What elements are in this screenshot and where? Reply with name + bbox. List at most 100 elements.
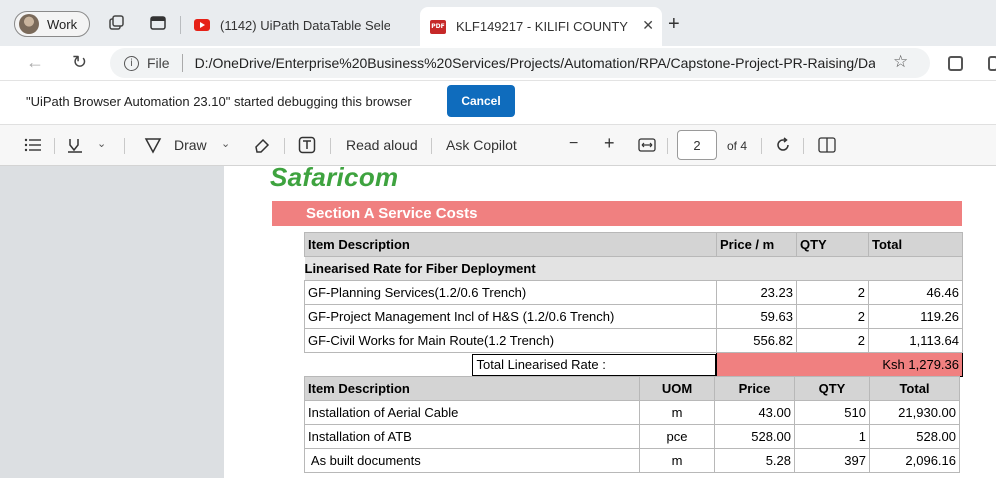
total-cell: 1,113.64 [868, 328, 963, 353]
profile-label: Work [47, 16, 78, 32]
total-cell: 21,930.00 [869, 400, 960, 425]
contents-icon[interactable] [24, 138, 42, 152]
pdf-toolbar: ⌄ Draw ⌄ Read aloud Ask Copilot − + 2 of… [0, 124, 996, 166]
price-cell: 23.23 [716, 280, 797, 305]
item-description: As built documents [304, 448, 640, 473]
chevron-down-icon[interactable]: ⌄ [97, 137, 106, 150]
draw-label[interactable]: Draw [174, 137, 207, 153]
total-value: Ksh 1,279.36 [716, 352, 963, 377]
ask-copilot-button[interactable]: Ask Copilot [446, 137, 517, 153]
item-description: GF-Planning Services(1.2/0.6 Trench) [304, 280, 717, 305]
price-cell: 59.63 [716, 304, 797, 329]
table-row: GF-Civil Works for Main Route(1.2 Trench… [304, 328, 963, 353]
total-row: Total Linearised Rate : Ksh 1,279.36 [305, 352, 963, 377]
uom-cell: m [639, 400, 715, 425]
eraser-icon[interactable] [253, 136, 271, 154]
tab-title: KLF149217 - KILIFI COUNTY HOS [456, 19, 632, 34]
address-bar[interactable]: i File D:/OneDrive/Enterprise%20Business… [110, 48, 930, 78]
text-icon[interactable] [298, 136, 316, 154]
table-row: Installation of Aerial Cable m 43.00 510… [304, 400, 960, 425]
zoom-out-button[interactable]: − [569, 135, 578, 153]
sidebar-icon[interactable] [988, 56, 996, 71]
qty-cell: 2 [796, 328, 869, 353]
pdf-page: Safaricom Section A Service Costs Item D… [224, 166, 996, 478]
rotate-icon[interactable] [774, 136, 792, 154]
item-description: Installation of Aerial Cable [304, 400, 640, 425]
workspaces-icon[interactable] [107, 14, 125, 32]
table-header-row: Item Description Price / m QTY Total [304, 232, 963, 257]
header-cell: Total [868, 232, 963, 257]
info-icon[interactable]: i [124, 55, 139, 71]
header-cell: Total [869, 376, 960, 401]
refresh-icon[interactable]: ↻ [72, 52, 87, 73]
header-cell: Price [714, 376, 795, 401]
document-viewer[interactable]: Safaricom Section A Service Costs Item D… [0, 166, 996, 478]
youtube-icon [194, 19, 210, 31]
read-aloud-button[interactable]: Read aloud [346, 137, 418, 153]
favorite-star-icon[interactable]: ☆ [893, 52, 908, 72]
total-cell: 2,096.16 [869, 448, 960, 473]
highlight-icon[interactable] [66, 136, 84, 154]
profile-button[interactable]: Work [14, 11, 90, 37]
header-cell: QTY [794, 376, 870, 401]
cancel-button[interactable]: Cancel [447, 85, 515, 117]
page-count-label: of 4 [727, 139, 748, 153]
price-cell: 43.00 [714, 400, 795, 425]
header-cell: Item Description [304, 376, 640, 401]
close-tab-icon[interactable]: ✕ [642, 17, 654, 34]
pdf-icon: PDF [430, 19, 446, 34]
extension-icon[interactable] [948, 56, 963, 71]
page-view-icon[interactable] [818, 137, 836, 153]
total-cell: 119.26 [868, 304, 963, 329]
qty-cell: 510 [794, 400, 870, 425]
fit-width-icon[interactable] [638, 138, 656, 152]
zoom-in-button[interactable]: + [604, 133, 615, 154]
uom-cell: pce [639, 424, 715, 449]
qty-cell: 397 [794, 448, 870, 473]
header-cell: Item Description [304, 232, 717, 257]
address-row: ← ↻ i File D:/OneDrive/Enterprise%20Busi… [0, 46, 996, 80]
tab-strip: Work (1142) UiPath DataTable Select M PD… [0, 0, 996, 46]
section-title: Section A Service Costs [272, 201, 962, 226]
total-cell: 46.46 [868, 280, 963, 305]
page-number-input[interactable]: 2 [677, 130, 717, 160]
table-row: As built documents m 5.28 397 2,096.16 [304, 448, 960, 473]
service-costs-table: Item Description Price / m QTY Total Lin… [304, 232, 963, 377]
tab-title: (1142) UiPath DataTable Select M [220, 17, 390, 33]
item-description: Installation of ATB [304, 424, 640, 449]
total-cell: 528.00 [869, 424, 960, 449]
table-row: GF-Project Management Incl of H&S (1.2/0… [304, 304, 963, 329]
total-label: Total Linearised Rate : [471, 353, 716, 376]
uom-cell: m [639, 448, 715, 473]
group-row: Linearised Rate for Fiber Deployment [304, 256, 963, 281]
table-row: Installation of ATB pce 528.00 1 528.00 [304, 424, 960, 449]
header-cell: UOM [639, 376, 715, 401]
chevron-down-icon[interactable]: ⌄ [221, 137, 230, 150]
qty-cell: 2 [796, 304, 869, 329]
back-icon[interactable]: ← [26, 52, 44, 73]
table-row: GF-Planning Services(1.2/0.6 Trench) 23.… [304, 280, 963, 305]
debug-infobar: "UiPath Browser Automation 23.10" starte… [0, 80, 996, 124]
tab-youtube[interactable]: (1142) UiPath DataTable Select M [184, 7, 416, 43]
table-header-row: Item Description UOM Price QTY Total [304, 376, 960, 401]
price-cell: 556.82 [716, 328, 797, 353]
price-cell: 5.28 [714, 448, 795, 473]
url-text[interactable]: D:/OneDrive/Enterprise%20Business%20Serv… [195, 55, 875, 71]
group-label: Linearised Rate for Fiber Deployment [304, 256, 963, 281]
new-tab-button[interactable]: + [668, 13, 680, 36]
installation-table: Item Description UOM Price QTY Total Ins… [304, 376, 960, 473]
item-description: GF-Project Management Incl of H&S (1.2/0… [304, 304, 717, 329]
header-cell: QTY [796, 232, 869, 257]
header-cell: Price / m [716, 232, 797, 257]
item-description: GF-Civil Works for Main Route(1.2 Trench… [304, 328, 717, 353]
tab-pdf[interactable]: PDF KLF149217 - KILIFI COUNTY HOS ✕ [420, 7, 662, 46]
safaricom-logo: Safaricom [270, 166, 399, 192]
draw-icon[interactable] [144, 136, 162, 154]
infobar-message: "UiPath Browser Automation 23.10" starte… [26, 94, 412, 109]
url-scheme-label: File [147, 55, 170, 71]
qty-cell: 1 [794, 424, 870, 449]
tab-actions-icon[interactable] [149, 14, 167, 32]
qty-cell: 2 [796, 280, 869, 305]
avatar [19, 14, 39, 34]
price-cell: 528.00 [714, 424, 795, 449]
